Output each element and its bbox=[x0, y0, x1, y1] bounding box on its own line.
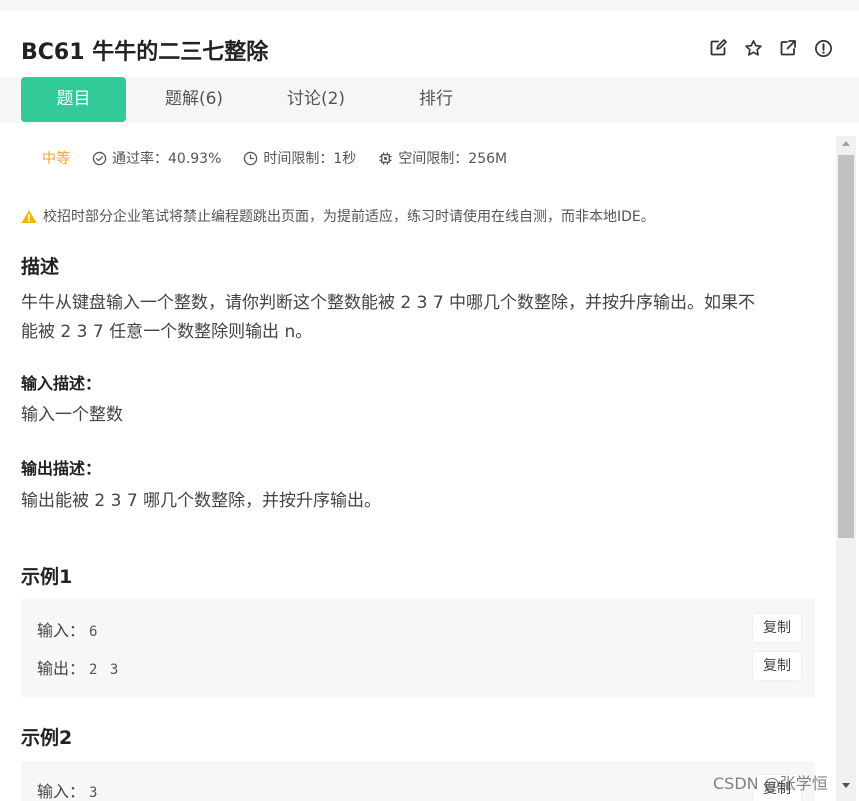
description-heading: 描述 bbox=[21, 256, 60, 278]
example-1-input: 输入： 6 bbox=[37, 617, 99, 641]
time-limit-text: 时间限制：1秒 bbox=[263, 151, 357, 167]
notice: 校招时部分企业笔试将禁止编程题跳出页面，为提前适应，练习时请使用在线自测，而非本… bbox=[21, 206, 655, 226]
pass-rate: 通过率：40.93% bbox=[92, 148, 221, 168]
clock-icon bbox=[244, 151, 258, 165]
scroll-thumb[interactable] bbox=[838, 155, 854, 538]
tab-discussion[interactable]: 讨论(2) bbox=[268, 77, 364, 122]
tab-problem[interactable]: 题目 bbox=[21, 77, 126, 122]
example-2-box: 输入： 3 复制 bbox=[21, 761, 815, 801]
edit-icon[interactable] bbox=[708, 38, 728, 58]
watermark: CSDN @张学恒 bbox=[713, 774, 828, 793]
tab-solutions[interactable]: 题解(6) bbox=[146, 77, 242, 122]
meta-row: 中等 通过率：40.93% 时间限制：1秒 空间限制：256M bbox=[42, 148, 529, 168]
warning-icon bbox=[21, 209, 37, 223]
star-icon[interactable] bbox=[743, 38, 763, 58]
example-2-input-value: 3 bbox=[89, 785, 100, 801]
input-desc-text: 输入一个整数 bbox=[21, 405, 123, 425]
description-line-1: 牛牛从键盘输入一个整数，请你判断这个整数能被 2 3 7 中哪几个数整除，并按升… bbox=[21, 293, 756, 313]
notice-text: 校招时部分企业笔试将禁止编程题跳出页面，为提前适应，练习时请使用在线自测，而非本… bbox=[43, 209, 655, 225]
time-limit: 时间限制：1秒 bbox=[243, 148, 356, 168]
input-desc-heading: 输入描述： bbox=[21, 374, 102, 393]
example-1-output-value: 2 3 bbox=[89, 662, 121, 678]
copy-output-button[interactable]: 复制 bbox=[753, 652, 801, 680]
pass-rate-text: 通过率：40.93% bbox=[112, 151, 222, 167]
output-desc-heading: 输出描述： bbox=[21, 459, 102, 478]
tabs-bar: 题目 题解(6) 讨论(2) 排行 bbox=[0, 77, 859, 123]
description-line-2: 能被 2 3 7 任意一个数整除则输出 n。 bbox=[21, 322, 313, 342]
problem-content: 中等 通过率：40.93% 时间限制：1秒 空间限制：256M 校招时部分企业笔… bbox=[0, 124, 836, 801]
chip-icon bbox=[379, 151, 392, 165]
title-actions bbox=[708, 38, 833, 58]
example-1-box: 输入： 6 复制 输出： 2 3 复制 bbox=[21, 598, 815, 698]
example-1-output-label: 输出： bbox=[37, 659, 86, 678]
example-1-output: 输出： 2 3 bbox=[37, 655, 120, 679]
scrollbar[interactable] bbox=[836, 136, 856, 801]
example-2-input-label: 输入： bbox=[37, 782, 86, 801]
example-2-heading: 示例2 bbox=[21, 727, 73, 749]
tab-ranking[interactable]: 排行 bbox=[392, 77, 480, 122]
example-2-input: 输入： 3 bbox=[37, 778, 99, 801]
example-1-heading: 示例1 bbox=[21, 566, 73, 588]
output-desc-text: 输出能被 2 3 7 哪几个数整除，并按升序输出。 bbox=[21, 491, 382, 511]
check-circle-icon bbox=[92, 151, 107, 165]
page-title: BC61 牛牛的二三七整除 bbox=[21, 40, 269, 65]
difficulty-badge: 中等 bbox=[42, 151, 70, 167]
scroll-up-arrow-icon[interactable] bbox=[842, 141, 850, 146]
scroll-down-arrow-icon[interactable] bbox=[842, 783, 850, 788]
top-strip bbox=[0, 0, 859, 10]
alert-circle-icon[interactable] bbox=[813, 38, 833, 58]
external-link-icon[interactable] bbox=[778, 38, 798, 58]
copy-input-button[interactable]: 复制 bbox=[753, 614, 801, 642]
example-1-input-label: 输入： bbox=[37, 621, 86, 640]
example-1-input-value: 6 bbox=[89, 624, 100, 640]
space-limit: 空间限制：256M bbox=[378, 148, 507, 168]
title-row: BC61 牛牛的二三七整除 bbox=[0, 10, 859, 77]
space-limit-text: 空间限制：256M bbox=[398, 151, 508, 167]
